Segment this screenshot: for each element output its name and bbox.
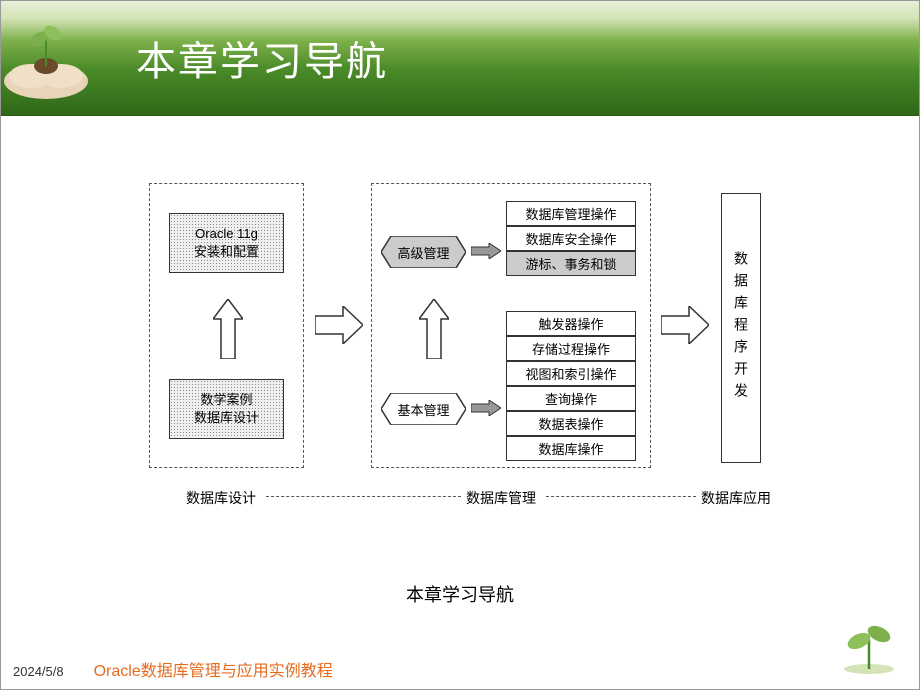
item-db-security: 数据库安全操作 bbox=[506, 226, 636, 251]
footer-date: 2024/5/8 bbox=[13, 664, 64, 679]
item-trigger: 触发器操作 bbox=[506, 311, 636, 336]
box-case-design: 数学案例 数据库设计 bbox=[169, 379, 284, 439]
stage-label-app: 数据库应用 bbox=[701, 488, 771, 508]
item-stored-proc: 存储过程操作 bbox=[506, 336, 636, 361]
arrow-right-icon bbox=[661, 306, 709, 344]
slide-title: 本章学习导航 bbox=[136, 29, 388, 87]
arrow-up-icon bbox=[419, 299, 449, 359]
item-cursor-tx-lock: 游标、事务和锁 bbox=[506, 251, 636, 276]
sprout-icon bbox=[839, 619, 899, 674]
hex-label: 高级管理 bbox=[397, 243, 449, 262]
box-app-dev: 数据库程序开发 bbox=[721, 193, 761, 463]
arrow-up-icon bbox=[213, 299, 243, 359]
diagram-caption: 本章学习导航 bbox=[1, 581, 919, 607]
box-label: 数学案例 数据库设计 bbox=[194, 391, 259, 427]
box-oracle-install: Oracle 11g 安装和配置 bbox=[169, 213, 284, 273]
stage-label-design: 数据库设计 bbox=[186, 488, 256, 508]
stage-label-mgmt: 数据库管理 bbox=[466, 488, 536, 508]
hexagon-advanced: 高级管理 bbox=[381, 236, 466, 268]
item-database: 数据库操作 bbox=[506, 436, 636, 461]
slide-footer: 2024/5/8 Oracle数据库管理与应用实例教程 bbox=[13, 657, 333, 681]
diagram: Oracle 11g 安装和配置 数学案例 数据库设计 高级管理 基本管理 数据… bbox=[121, 161, 801, 521]
header-decoration bbox=[1, 1, 101, 116]
item-view-index: 视图和索引操作 bbox=[506, 361, 636, 386]
arrow-right-icon bbox=[315, 306, 363, 344]
hex-label: 基本管理 bbox=[397, 400, 449, 419]
arrow-right-small-icon bbox=[471, 243, 501, 259]
item-db-mgmt-op: 数据库管理操作 bbox=[506, 201, 636, 226]
item-table: 数据表操作 bbox=[506, 411, 636, 436]
box-label: Oracle 11g 安装和配置 bbox=[194, 225, 259, 261]
hexagon-basic: 基本管理 bbox=[381, 393, 466, 425]
dash-connector bbox=[266, 496, 461, 497]
slide-header: 本章学习导航 bbox=[1, 1, 919, 116]
slide: 本章学习导航 Oracle 11g 安装和配置 数学案例 数据库设计 高级管理 … bbox=[0, 0, 920, 690]
dash-connector bbox=[546, 496, 696, 497]
item-query: 查询操作 bbox=[506, 386, 636, 411]
hands-sprout-icon bbox=[1, 11, 96, 101]
footer-book-title: Oracle数据库管理与应用实例教程 bbox=[94, 657, 333, 681]
arrow-right-small-icon bbox=[471, 400, 501, 416]
